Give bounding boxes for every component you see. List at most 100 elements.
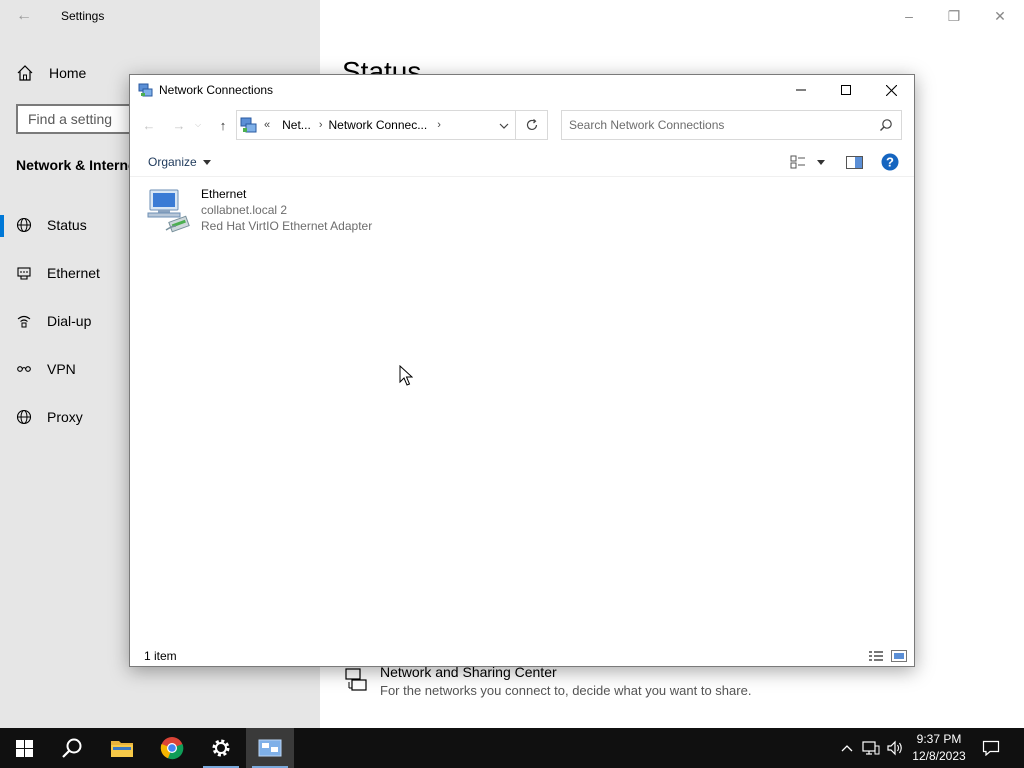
details-view-icon[interactable] <box>868 649 884 663</box>
clock-time: 9:37 PM <box>916 732 962 746</box>
dialup-icon <box>15 312 33 330</box>
help-button[interactable]: ? <box>881 153 899 171</box>
sidebar-item-label: Status <box>47 217 87 233</box>
find-setting-input[interactable]: Find a setting <box>16 104 146 134</box>
refresh-button[interactable] <box>515 111 547 139</box>
connection-name: Ethernet <box>201 187 247 201</box>
system-clock[interactable]: 9:37 PM 12/8/2023 <box>905 731 973 765</box>
svg-text:?: ? <box>886 155 894 170</box>
recent-locations-chevron-icon[interactable]: ⌵ <box>193 117 203 133</box>
find-setting-placeholder: Find a setting <box>28 111 113 127</box>
maximize-button[interactable] <box>823 75 869 105</box>
search-icon <box>880 119 892 131</box>
command-bar: Organize ? <box>130 147 914 177</box>
minimize-button[interactable] <box>778 75 824 105</box>
organize-button[interactable]: Organize <box>148 155 211 169</box>
start-button[interactable] <box>0 728 48 768</box>
globe-icon <box>15 216 33 234</box>
close-button[interactable] <box>868 75 914 105</box>
chrome-icon <box>160 737 184 760</box>
sidebar-item-ethernet[interactable]: Ethernet <box>0 253 130 293</box>
breadcrumb-separator-icon[interactable]: › <box>437 119 441 131</box>
settings-restore-button[interactable]: ❐ <box>943 6 965 26</box>
taskbar: 9:37 PM 12/8/2023 <box>0 728 1024 768</box>
network-connections-app-icon <box>138 83 153 97</box>
large-icons-view-icon[interactable] <box>891 649 907 663</box>
settings-taskbar-button[interactable] <box>197 728 245 768</box>
sidebar-item-label: Ethernet <box>47 265 100 281</box>
sidebar-item-label: Proxy <box>47 409 83 425</box>
preview-pane-button[interactable] <box>846 153 863 171</box>
home-label: Home <box>49 65 87 81</box>
sidebar-item-dialup[interactable]: Dial-up <box>0 301 130 341</box>
connection-network: collabnet.local 2 <box>201 203 288 217</box>
sidebar-item-status[interactable]: Status <box>0 205 130 245</box>
up-button[interactable]: ↑ <box>214 117 232 133</box>
network-connections-taskbar-button[interactable] <box>246 728 294 768</box>
window-titlebar[interactable]: Network Connections <box>130 75 914 105</box>
sharing-center-icon <box>345 668 367 691</box>
search-icon <box>62 738 82 758</box>
refresh-icon <box>526 119 537 131</box>
ethernet-icon <box>15 264 33 282</box>
item-count: 1 item <box>144 649 177 663</box>
chevron-down-icon <box>817 159 825 165</box>
action-center-button[interactable] <box>981 738 1001 758</box>
search-box[interactable] <box>561 110 902 140</box>
sidebar-item-label: Dial-up <box>47 313 92 329</box>
gear-icon <box>212 739 230 757</box>
sidebar-item-proxy[interactable]: Proxy <box>0 397 130 437</box>
change-view-button[interactable] <box>790 153 806 171</box>
home-nav-item[interactable]: Home <box>16 62 86 84</box>
search-input[interactable] <box>569 118 869 132</box>
network-connections-window: Network Connections ← → ⌵ ↑ « Net... › N… <box>129 74 915 667</box>
network-adapter-icon <box>147 189 190 233</box>
settings-minimize-button[interactable]: – <box>898 6 920 26</box>
notification-icon <box>982 740 1000 756</box>
chrome-button[interactable] <box>148 728 196 768</box>
minimize-icon <box>796 89 806 91</box>
navigation-bar: ← → ⌵ ↑ « Net... › Network Connec... › <box>130 109 914 141</box>
close-icon <box>885 84 897 96</box>
window-title: Network Connections <box>159 83 274 97</box>
connection-adapter: Red Hat VirtIO Ethernet Adapter <box>201 219 373 233</box>
status-bar: 1 item <box>130 646 914 666</box>
sharing-center-link[interactable]: Network and Sharing Center For the netwo… <box>343 664 751 698</box>
settings-app-title: Settings <box>61 9 105 23</box>
breadcrumb-item[interactable]: Network Connec... <box>328 118 427 132</box>
help-icon: ? <box>881 153 899 171</box>
forward-button[interactable]: → <box>170 117 188 133</box>
network-tray-icon[interactable] <box>861 738 881 758</box>
sidebar-item-label: VPN <box>47 361 76 377</box>
vpn-icon <box>15 360 33 378</box>
sidebar-item-vpn[interactable]: VPN <box>0 349 130 389</box>
chevron-down-icon[interactable] <box>497 119 511 133</box>
back-arrow-icon[interactable]: ← <box>14 6 34 26</box>
volume-icon[interactable] <box>885 738 905 758</box>
search-button[interactable] <box>48 728 96 768</box>
file-explorer-button[interactable] <box>98 728 146 768</box>
overflow-chevron-icon[interactable]: « <box>264 119 270 131</box>
windows-logo-icon <box>15 739 33 757</box>
folder-icon <box>111 741 133 757</box>
connection-item-ethernet[interactable]: Ethernet collabnet.local 2 Red Hat VirtI… <box>146 186 386 236</box>
globe-icon <box>15 408 33 426</box>
clock-date: 12/8/2023 <box>912 749 966 763</box>
network-connections-icon <box>258 739 282 757</box>
back-button[interactable]: ← <box>140 117 158 133</box>
settings-close-button[interactable]: ✕ <box>989 6 1011 26</box>
view-dropdown-button[interactable] <box>817 153 825 171</box>
show-hidden-icons-chevron-icon[interactable] <box>837 738 857 758</box>
preview-pane-icon <box>846 155 863 169</box>
organize-label: Organize <box>148 155 197 169</box>
breadcrumb-item[interactable]: Net... <box>282 118 311 132</box>
home-icon <box>17 65 33 81</box>
control-panel-icon <box>240 117 257 133</box>
breadcrumb-separator-icon[interactable]: › <box>319 119 323 131</box>
chevron-down-icon <box>202 159 211 165</box>
address-bar[interactable]: « Net... › Network Connec... › <box>236 110 548 140</box>
mouse-cursor-icon <box>399 365 413 386</box>
section-header: Network & Internet <box>16 157 141 173</box>
view-options-icon <box>790 155 805 169</box>
maximize-icon <box>841 85 851 95</box>
